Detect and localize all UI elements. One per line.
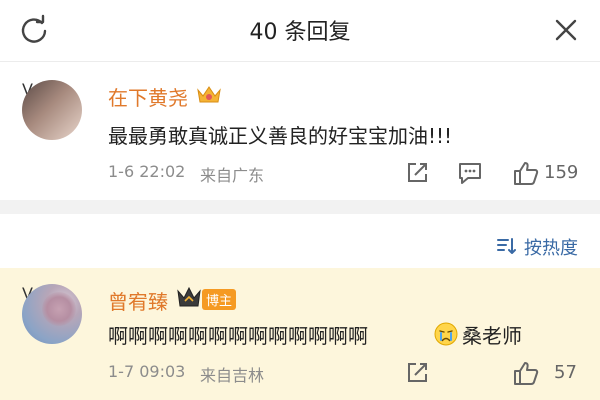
crown-icon bbox=[177, 286, 201, 307]
comment-actions: 159 bbox=[404, 160, 584, 188]
like-icon[interactable] bbox=[512, 160, 540, 186]
like-icon[interactable] bbox=[512, 360, 540, 386]
comment-location: 来自吉林 bbox=[200, 366, 265, 385]
comment-item: V 在下黄尧 最最勇敢真诚正义善良的好宝宝加油!!! 1-6 22:02 来自广… bbox=[0, 62, 600, 200]
comment-text: 最最勇敢真诚正义善良的好宝宝加油!!! bbox=[108, 124, 453, 148]
comment-mention[interactable]: 桑老师 bbox=[462, 320, 522, 349]
comment-item: V 曾宥臻 博主 啊啊啊啊啊啊啊啊啊啊啊啊啊 桑老师 1-7 09:03 来自吉… bbox=[0, 268, 600, 400]
comment-actions: 57 bbox=[404, 360, 584, 388]
comment-text: 啊啊啊啊啊啊啊啊啊啊啊啊啊 bbox=[108, 324, 368, 348]
avatar-image bbox=[22, 284, 82, 344]
avatar[interactable]: V bbox=[22, 80, 82, 140]
crying-emoji-icon bbox=[434, 322, 458, 346]
header-bar: 40 条回复 bbox=[0, 0, 600, 62]
comment-time: 1-6 22:02 bbox=[108, 162, 186, 181]
sort-bar: 按热度 bbox=[0, 222, 600, 268]
comment-username[interactable]: 在下黄尧 bbox=[108, 82, 188, 111]
sort-icon[interactable] bbox=[496, 236, 516, 256]
like-count: 57 bbox=[554, 362, 577, 383]
sort-by-popularity-button[interactable]: 按热度 bbox=[524, 234, 578, 260]
comment-icon[interactable] bbox=[456, 160, 484, 186]
share-icon[interactable] bbox=[404, 360, 430, 386]
section-divider bbox=[0, 200, 600, 214]
comment-location: 来自广东 bbox=[200, 166, 265, 185]
close-icon[interactable] bbox=[550, 14, 582, 46]
blogger-badge: 博主 bbox=[202, 289, 237, 310]
page-title: 40 条回复 bbox=[249, 20, 351, 45]
comment-username[interactable]: 曾宥臻 bbox=[108, 286, 168, 315]
share-icon[interactable] bbox=[404, 160, 430, 186]
like-count: 159 bbox=[544, 162, 579, 183]
comment-time: 1-7 09:03 bbox=[108, 362, 186, 381]
crown-icon bbox=[197, 86, 221, 103]
avatar-image bbox=[22, 80, 82, 140]
avatar[interactable]: V bbox=[22, 284, 82, 344]
